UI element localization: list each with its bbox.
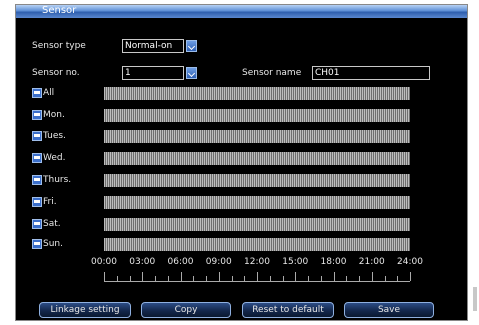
ruler-tick <box>142 272 144 281</box>
ruler-tick <box>371 272 373 281</box>
day-checkbox[interactable] <box>32 131 42 141</box>
sensor-name-input[interactable]: CH01 <box>312 66 430 80</box>
ruler-tick <box>244 276 246 281</box>
sensor-type-dropdown-icon[interactable] <box>186 40 197 52</box>
ruler-tick <box>116 276 118 281</box>
ruler-tick <box>129 276 131 281</box>
day-label: All <box>43 88 55 98</box>
sensor-dialog: Sensor Sensor type Normal-on Sensor no. … <box>15 4 468 321</box>
ruler-tick <box>346 276 348 281</box>
day-checkbox[interactable] <box>32 175 42 185</box>
day-label: Sat. <box>43 219 61 229</box>
time-label: 24:00 <box>397 257 423 267</box>
day-schedule-bar[interactable] <box>104 109 410 122</box>
day-checkbox[interactable] <box>32 88 42 98</box>
day-schedule-bar[interactable] <box>104 196 410 209</box>
sensor-name-label: Sensor name <box>242 68 302 78</box>
linkage-setting-button[interactable]: Linkage setting <box>39 302 131 318</box>
time-label: 09:00 <box>205 257 232 267</box>
day-checkbox[interactable] <box>32 219 42 229</box>
reset-to-default-button[interactable]: Reset to default <box>242 302 334 318</box>
time-label: 12:00 <box>244 257 270 267</box>
ruler-tick <box>295 272 297 281</box>
day-label: Wed. <box>43 153 66 163</box>
day-schedule-bar[interactable] <box>104 238 410 251</box>
time-label: 03:00 <box>129 257 156 267</box>
sensor-no-select[interactable]: 1 <box>122 66 184 80</box>
save-button[interactable]: Save <box>344 302 434 318</box>
ruler-tick <box>218 272 220 281</box>
day-schedule-bar[interactable] <box>104 152 410 165</box>
ruler-tick <box>320 276 322 281</box>
scrollbar[interactable] <box>473 287 477 311</box>
day-schedule-bar[interactable] <box>104 87 410 100</box>
time-label: 18:00 <box>320 257 347 267</box>
dialog-title: Sensor <box>42 5 77 16</box>
time-label: 15:00 <box>282 257 309 267</box>
day-label: Thurs. <box>43 175 72 185</box>
time-label: 00:00 <box>91 257 117 267</box>
time-label: 06:00 <box>167 257 194 267</box>
ruler-tick <box>155 276 156 281</box>
ruler-tick <box>282 276 284 281</box>
ruler-tick <box>206 276 207 281</box>
sensor-type-select[interactable]: Normal-on <box>122 39 184 53</box>
sensor-no-dropdown-icon[interactable] <box>186 67 197 79</box>
ruler-tick <box>167 276 169 281</box>
sensor-type-label: Sensor type <box>32 41 86 51</box>
ruler-tick <box>308 276 309 281</box>
day-checkbox[interactable] <box>32 239 42 249</box>
time-ruler <box>104 271 411 282</box>
ruler-tick <box>397 276 399 281</box>
day-schedule-bar[interactable] <box>104 130 410 143</box>
copy-button[interactable]: Copy <box>141 302 231 318</box>
day-schedule-bar[interactable] <box>104 218 410 231</box>
day-checkbox[interactable] <box>32 110 42 120</box>
day-label: Mon. <box>43 110 65 120</box>
ruler-tick <box>359 276 360 281</box>
ruler-tick <box>333 272 335 281</box>
ruler-tick <box>410 272 411 281</box>
ruler-tick <box>269 276 271 281</box>
day-label: Sun. <box>43 239 63 249</box>
ruler-tick <box>180 272 182 281</box>
day-checkbox[interactable] <box>32 153 42 163</box>
day-checkbox[interactable] <box>32 197 42 207</box>
title-bar: Sensor <box>16 5 467 18</box>
ruler-tick <box>384 276 386 281</box>
day-label: Tues. <box>43 131 66 141</box>
time-label: 21:00 <box>358 257 385 267</box>
day-label: Fri. <box>43 197 57 207</box>
sensor-no-label: Sensor no. <box>32 68 80 78</box>
day-schedule-bar[interactable] <box>104 174 410 187</box>
ruler-tick <box>231 276 233 281</box>
ruler-tick <box>193 276 195 281</box>
ruler-tick <box>257 272 258 281</box>
ruler-tick <box>104 272 105 281</box>
